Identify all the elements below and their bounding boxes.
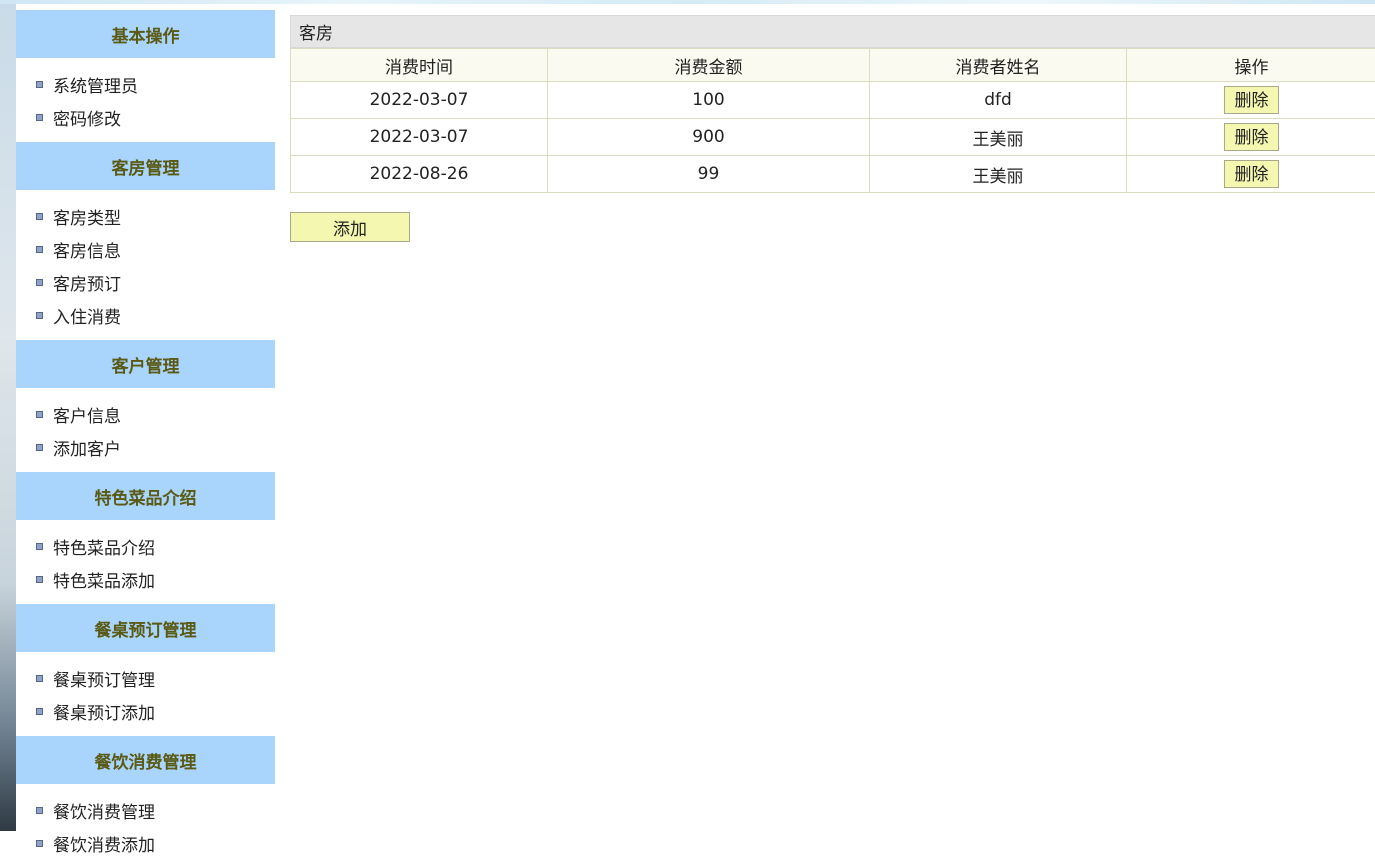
- sidebar-item-label: 餐桌预订添加: [53, 699, 155, 724]
- bullet-icon: [36, 444, 43, 451]
- section-header-dishes: 特色菜品介绍: [16, 472, 275, 520]
- sidebar-item-add-customer[interactable]: 添加客户: [16, 431, 275, 464]
- sidebar-item-label: 特色菜品介绍: [53, 534, 155, 559]
- cell-action: 删除: [1127, 82, 1375, 119]
- sidebar-item-dining-spending-manage[interactable]: 餐饮消费管理: [16, 794, 275, 827]
- cell-action: 删除: [1127, 119, 1375, 156]
- sidebar-item-dish-intro[interactable]: 特色菜品介绍: [16, 530, 275, 563]
- section-items-table-booking: 餐桌预订管理 餐桌预订添加: [16, 652, 275, 734]
- sidebar-item-label: 客房信息: [53, 237, 121, 262]
- bullet-icon: [36, 312, 43, 319]
- spending-table: 消费时间 消费金额 消费者姓名 操作 2022-03-07 100 dfd 删除…: [290, 48, 1375, 193]
- table-row: 2022-03-07 100 dfd 删除: [291, 82, 1375, 119]
- table-caption: 客房: [290, 15, 1375, 48]
- sidebar-item-admin[interactable]: 系统管理员: [16, 68, 275, 101]
- cell-amount: 99: [548, 156, 870, 193]
- sidebar-item-label: 客户信息: [53, 402, 121, 427]
- bullet-icon: [36, 708, 43, 715]
- bullet-icon: [36, 279, 43, 286]
- sidebar-item-label: 系统管理员: [53, 72, 138, 97]
- sidebar-item-label: 入住消费: [53, 303, 121, 328]
- bullet-icon: [36, 675, 43, 682]
- table-row: 2022-08-26 99 王美丽 删除: [291, 156, 1375, 193]
- bullet-icon: [36, 576, 43, 583]
- column-header-name: 消费者姓名: [870, 49, 1127, 82]
- sidebar-item-label: 客房类型: [53, 204, 121, 229]
- main-content: 客房 消费时间 消费金额 消费者姓名 操作 2022-03-07 100 dfd…: [290, 15, 1375, 193]
- sidebar-item-label: 餐饮消费管理: [53, 798, 155, 823]
- sidebar-item-label: 密码修改: [53, 105, 121, 130]
- cell-time: 2022-03-07: [291, 119, 548, 156]
- sidebar-item-dish-add[interactable]: 特色菜品添加: [16, 563, 275, 596]
- delete-button[interactable]: 删除: [1224, 160, 1279, 188]
- sidebar-item-checkin-spending[interactable]: 入住消费: [16, 299, 275, 332]
- bullet-icon: [36, 807, 43, 814]
- bullet-icon: [36, 840, 43, 847]
- section-header-dining-spending: 餐饮消费管理: [16, 736, 275, 784]
- sidebar-item-table-booking-add[interactable]: 餐桌预订添加: [16, 695, 275, 728]
- sidebar-item-label: 客房预订: [53, 270, 121, 295]
- cell-amount: 900: [548, 119, 870, 156]
- sidebar-item-label: 餐桌预订管理: [53, 666, 155, 691]
- sidebar-item-customer-info[interactable]: 客户信息: [16, 398, 275, 431]
- bullet-icon: [36, 213, 43, 220]
- bullet-icon: [36, 81, 43, 88]
- bullet-icon: [36, 543, 43, 550]
- section-items-dishes: 特色菜品介绍 特色菜品添加: [16, 520, 275, 602]
- sidebar-item-label: 餐饮消费添加: [53, 831, 155, 856]
- section-header-table-booking: 餐桌预订管理: [16, 604, 275, 652]
- sidebar-item-room-booking[interactable]: 客房预订: [16, 266, 275, 299]
- cell-name: 王美丽: [870, 156, 1127, 193]
- column-header-action: 操作: [1127, 49, 1375, 82]
- sidebar-item-password[interactable]: 密码修改: [16, 101, 275, 134]
- bullet-icon: [36, 411, 43, 418]
- section-header-customers: 客户管理: [16, 340, 275, 388]
- section-items-dining-spending: 餐饮消费管理 餐饮消费添加: [16, 784, 275, 866]
- column-header-time: 消费时间: [291, 49, 548, 82]
- column-header-amount: 消费金额: [548, 49, 870, 82]
- cell-name: dfd: [870, 82, 1127, 119]
- sidebar-item-label: 特色菜品添加: [53, 567, 155, 592]
- table-row: 2022-03-07 900 王美丽 删除: [291, 119, 1375, 156]
- delete-button[interactable]: 删除: [1224, 123, 1279, 151]
- section-items-customers: 客户信息 添加客户: [16, 388, 275, 470]
- delete-button[interactable]: 删除: [1224, 86, 1279, 114]
- cell-action: 删除: [1127, 156, 1375, 193]
- section-header-rooms: 客房管理: [16, 142, 275, 190]
- cell-amount: 100: [548, 82, 870, 119]
- sidebar-item-dining-spending-add[interactable]: 餐饮消费添加: [16, 827, 275, 860]
- section-header-basic: 基本操作: [16, 10, 275, 58]
- table-header-row: 消费时间 消费金额 消费者姓名 操作: [291, 49, 1375, 82]
- sidebar-item-room-info[interactable]: 客房信息: [16, 233, 275, 266]
- add-button[interactable]: 添加: [290, 212, 410, 242]
- section-items-rooms: 客房类型 客房信息 客房预订 入住消费: [16, 190, 275, 338]
- section-items-basic: 系统管理员 密码修改: [16, 58, 275, 140]
- bullet-icon: [36, 246, 43, 253]
- sidebar-nav: 基本操作 系统管理员 密码修改 客房管理 客房类型 客房信息 客房预订 入住消费…: [16, 4, 275, 831]
- sidebar-item-room-type[interactable]: 客房类型: [16, 200, 275, 233]
- sidebar-item-label: 添加客户: [53, 435, 121, 460]
- cell-time: 2022-03-07: [291, 82, 548, 119]
- cell-time: 2022-08-26: [291, 156, 548, 193]
- sidebar-item-table-booking-manage[interactable]: 餐桌预订管理: [16, 662, 275, 695]
- background-edge: [0, 4, 16, 831]
- bullet-icon: [36, 114, 43, 121]
- cell-name: 王美丽: [870, 119, 1127, 156]
